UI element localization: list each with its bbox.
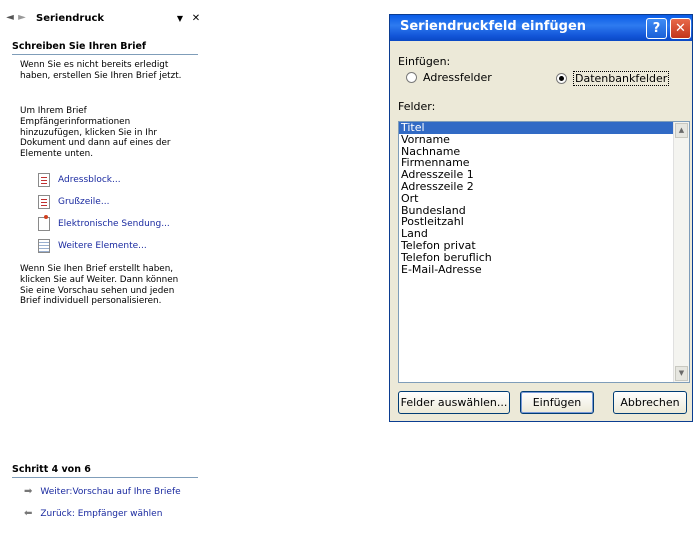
- address-block-icon: [38, 173, 50, 187]
- fields-listbox[interactable]: Titel Vorname Nachname Firmenname Adresszeil…: [398, 121, 690, 383]
- mail-merge-task-pane: ◄ ► Seriendruck ▼ ✕ Schreiben Sie Ihren …: [0, 0, 206, 534]
- greeting-line-label: Grußzeile...: [58, 197, 110, 207]
- instruction-paragraph-3: Wenn Sie Ihen Brief erstellt haben, klic…: [20, 264, 179, 307]
- field-list-item[interactable]: Postleitzahl: [399, 216, 677, 228]
- more-items-icon: [38, 239, 50, 253]
- insert-merge-field-dialog: Seriendruckfeld einfügen ? ✕ Einfügen: A…: [389, 14, 693, 422]
- step-indicator: Schritt 4 von 6: [12, 464, 91, 475]
- electronic-postage-icon: [38, 215, 50, 231]
- previous-step-link[interactable]: ⬅ Zurück: Empfänger wählen: [24, 508, 162, 519]
- field-list-item[interactable]: Vorname: [399, 133, 677, 146]
- task-pane-title: Seriendruck: [36, 12, 105, 24]
- select-fields-button[interactable]: Felder auswählen...: [398, 391, 510, 414]
- more-items-label: Weitere Elemente...: [58, 241, 147, 251]
- scroll-down-icon[interactable]: ▼: [675, 366, 688, 381]
- greeting-line-icon: [38, 195, 50, 209]
- back-arrow-icon: ⬅: [24, 508, 33, 519]
- next-arrow-icon: ➡: [24, 486, 33, 497]
- greeting-line-link[interactable]: Grußzeile...: [38, 194, 109, 210]
- listbox-scrollbar[interactable]: ▲ ▼: [673, 122, 689, 382]
- instruction-paragraph-2: Um Ihrem Brief Empfängerinformationen hi…: [20, 106, 171, 160]
- field-list-item[interactable]: Telefon privat: [399, 240, 677, 252]
- field-list-item[interactable]: Adresszeile 2: [399, 181, 677, 193]
- more-items-link[interactable]: Weitere Elemente...: [38, 238, 147, 254]
- step-divider: [12, 477, 198, 478]
- electronic-postage-link[interactable]: Elektronische Sendung...: [38, 215, 170, 232]
- close-button[interactable]: ✕: [670, 18, 691, 39]
- help-button[interactable]: ?: [646, 18, 667, 39]
- electronic-postage-label: Elektronische Sendung...: [58, 219, 170, 229]
- radio-database-indicator: [556, 73, 567, 84]
- next-step-label: Weiter:Vorschau auf Ihre Briefe: [40, 486, 181, 497]
- field-list-item[interactable]: Ort: [399, 192, 677, 205]
- forward-icon[interactable]: ►: [16, 12, 28, 24]
- next-step-link[interactable]: ➡ Weiter:Vorschau auf Ihre Briefe: [24, 486, 181, 497]
- scroll-up-icon[interactable]: ▲: [675, 123, 688, 138]
- insert-button[interactable]: Einfügen: [520, 391, 594, 414]
- back-icon[interactable]: ◄: [4, 12, 16, 24]
- radio-address-fields[interactable]: Adressfelder: [406, 71, 492, 84]
- section-title-write-letter: Schreiben Sie Ihren Brief: [12, 41, 147, 52]
- instruction-paragraph-1: Wenn Sie es nicht bereits erledigt haben…: [20, 60, 182, 81]
- cancel-button[interactable]: Abbrechen: [613, 391, 687, 414]
- dialog-title: Seriendruckfeld einfügen: [400, 19, 587, 34]
- dialog-titlebar[interactable]: Seriendruckfeld einfügen ? ✕: [390, 15, 692, 41]
- pane-menu-dropdown-icon[interactable]: ▼: [174, 14, 186, 23]
- radio-address-indicator: [406, 72, 417, 83]
- radio-database-label: Datenbankfelder: [573, 71, 670, 86]
- radio-address-label: Adressfelder: [423, 71, 492, 84]
- field-list-item[interactable]: E-Mail-Adresse: [399, 263, 677, 276]
- address-block-label: Adressblock...: [58, 175, 121, 185]
- section-divider: [12, 54, 198, 55]
- task-pane-header: ◄ ► Seriendruck ▼ ✕: [4, 10, 202, 26]
- radio-database-fields[interactable]: Datenbankfelder: [556, 71, 670, 86]
- address-block-link[interactable]: Adressblock...: [38, 172, 121, 188]
- previous-step-label: Zurück: Empfänger wählen: [40, 508, 163, 519]
- close-pane-icon[interactable]: ✕: [190, 13, 202, 24]
- fields-list: Titel Vorname Nachname Firmenname Adresszeil…: [399, 122, 689, 275]
- fields-label: Felder:: [398, 100, 436, 113]
- field-list-item[interactable]: Telefon beruflich: [399, 251, 677, 264]
- insert-label: Einfügen:: [398, 55, 451, 68]
